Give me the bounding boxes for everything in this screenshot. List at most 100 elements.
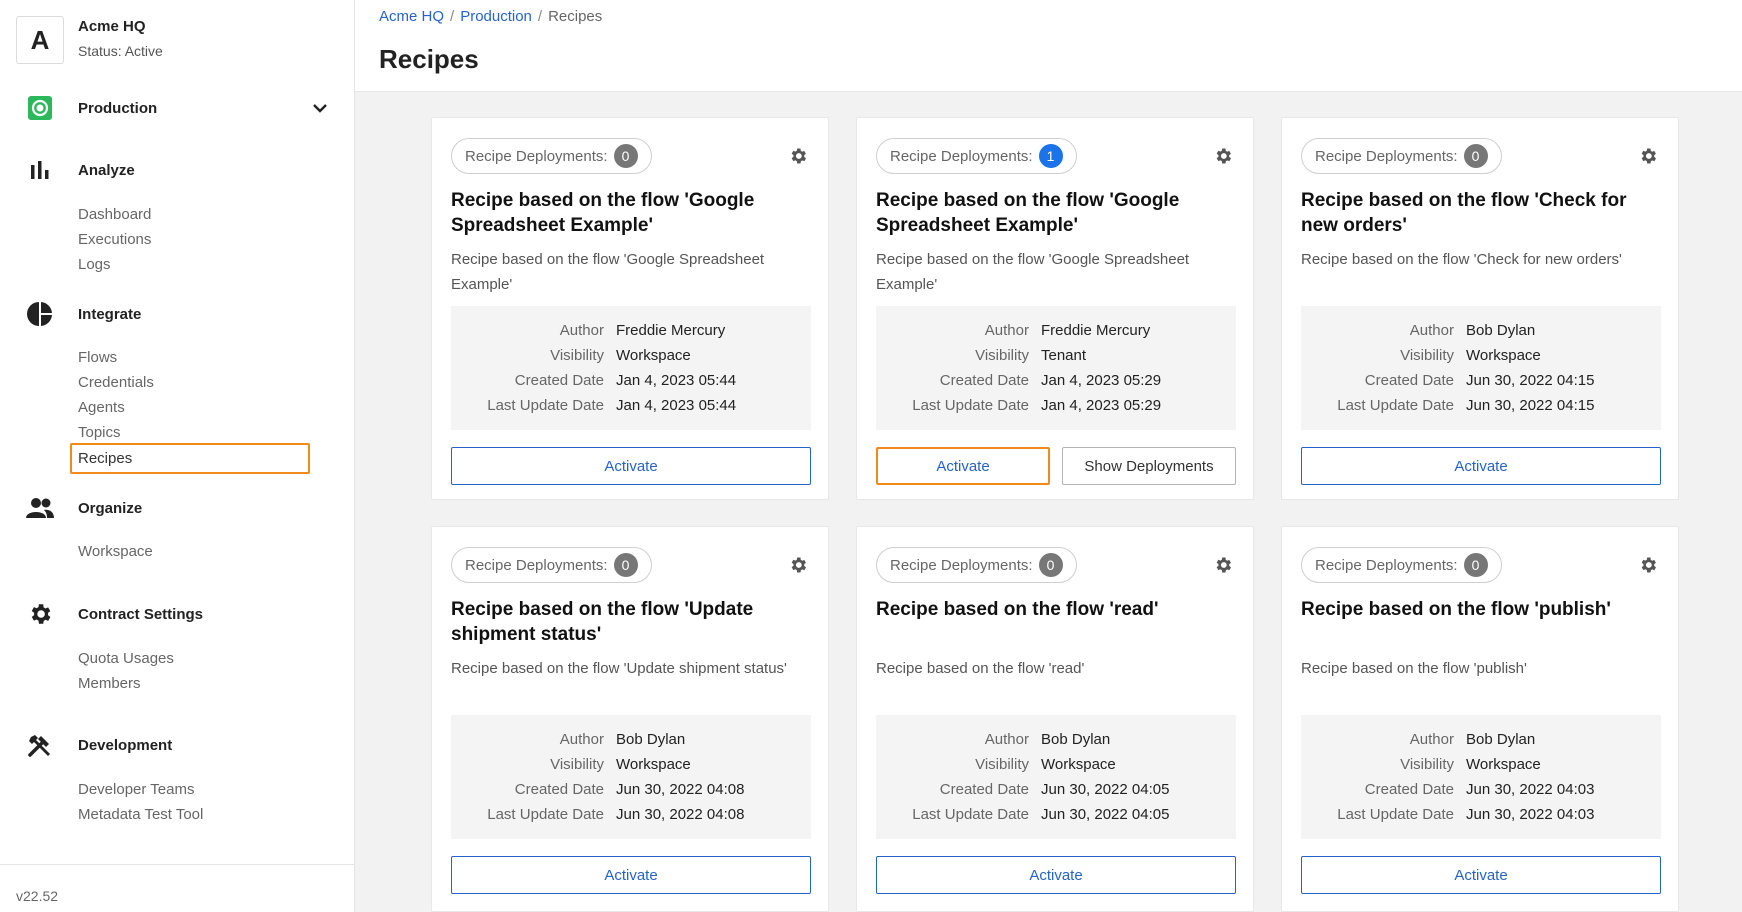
- meta-created-value: Jan 4, 2023 05:44: [616, 372, 737, 389]
- meta-author-value: Bob Dylan: [616, 731, 686, 748]
- deployments-pill[interactable]: Recipe Deployments: 0: [876, 547, 1077, 583]
- meta-updated-label: Last Update Date: [1337, 806, 1454, 823]
- version-label: v22.52: [16, 888, 59, 904]
- meta-updated-label: Last Update Date: [912, 806, 1029, 823]
- meta-author-value: Freddie Mercury: [616, 322, 726, 339]
- activate-button[interactable]: Activate: [876, 447, 1050, 485]
- sidebar-section-organize[interactable]: Organize: [26, 494, 330, 522]
- recipe-card: Recipe Deployments: 1 Recipe based on the …: [856, 117, 1254, 500]
- gear-icon: [26, 600, 54, 628]
- org-status: Status: Active: [78, 43, 163, 59]
- recipe-title: Recipe based on the flow 'publish': [1301, 599, 1611, 620]
- page-header: Acme HQ / Production / Recipes Recipes: [355, 0, 1742, 92]
- chevron-down-icon[interactable]: [310, 98, 330, 118]
- deployments-pill[interactable]: Recipe Deployments: 0: [451, 547, 652, 583]
- deployments-pill[interactable]: Recipe Deployments: 0: [451, 138, 652, 174]
- sidebar-item-flows[interactable]: Flows: [78, 349, 117, 366]
- meta-author-label: Author: [559, 731, 604, 748]
- gear-icon[interactable]: [788, 555, 808, 575]
- meta-visibility-label: Visibility: [975, 756, 1029, 773]
- recipe-title: Recipe based on the flow 'Update shipmen…: [451, 599, 754, 645]
- recipe-title: Recipe based on the flow 'Check for new …: [1301, 190, 1627, 236]
- deployments-pill[interactable]: Recipe Deployments: 0: [1301, 138, 1502, 174]
- meta-created-label: Created Date: [514, 781, 604, 798]
- deployments-pill[interactable]: Recipe Deployments: 1: [876, 138, 1077, 174]
- sidebar-section-label: Analyze: [78, 161, 135, 179]
- recipe-meta: Author Bob Dylan Visibility Workspace Create…: [451, 715, 811, 839]
- org-header[interactable]: A Acme HQ Status: Active: [16, 16, 163, 64]
- deployments-pill[interactable]: Recipe Deployments: 0: [1301, 547, 1502, 583]
- breadcrumb-org[interactable]: Acme HQ: [379, 8, 444, 25]
- meta-created-value: Jun 30, 2022 04:03: [1466, 781, 1595, 798]
- activate-button[interactable]: Activate: [876, 856, 1236, 894]
- recipe-meta: Author Bob Dylan Visibility Workspace Create…: [1301, 306, 1661, 430]
- sidebar-item-agents[interactable]: Agents: [78, 399, 125, 416]
- sidebar-item-quota-usages[interactable]: Quota Usages: [78, 650, 174, 667]
- sidebar-section-development[interactable]: Development: [26, 731, 330, 759]
- sidebar-section-production[interactable]: Production: [26, 94, 330, 122]
- sidebar-item-recipes[interactable]: Recipes: [70, 443, 310, 474]
- gear-icon[interactable]: [1638, 555, 1658, 575]
- sidebar-item-credentials[interactable]: Credentials: [78, 374, 154, 391]
- deployments-label: Recipe Deployments:: [465, 147, 608, 165]
- meta-visibility-label: Visibility: [1400, 347, 1454, 364]
- recipe-card: Recipe Deployments: 0 Recipe based on the …: [1281, 117, 1679, 500]
- meta-author-value: Bob Dylan: [1466, 731, 1536, 748]
- sidebar-section-analyze[interactable]: Analyze: [26, 156, 330, 184]
- recipe-description: Recipe based on the flow 'publish': [1301, 660, 1527, 677]
- org-avatar: A: [16, 16, 64, 64]
- gear-icon[interactable]: [1638, 146, 1658, 166]
- gear-icon[interactable]: [1213, 555, 1233, 575]
- tools-icon: [26, 731, 54, 759]
- meta-author-label: Author: [984, 731, 1029, 748]
- meta-visibility-label: Visibility: [975, 347, 1029, 364]
- gear-icon[interactable]: [788, 146, 808, 166]
- meta-created-label: Created Date: [1364, 372, 1454, 389]
- sidebar-item-metadata-test-tool[interactable]: Metadata Test Tool: [78, 806, 203, 823]
- deployments-count-badge: 0: [613, 144, 638, 168]
- sidebar-section-contract-settings[interactable]: Contract Settings: [26, 600, 330, 628]
- meta-author-label: Author: [559, 322, 604, 339]
- breadcrumb-production[interactable]: Production: [460, 8, 532, 25]
- meta-author-label: Author: [1409, 322, 1454, 339]
- sidebar-item-logs[interactable]: Logs: [78, 256, 111, 273]
- deployments-label: Recipe Deployments:: [890, 147, 1033, 165]
- meta-author-value: Bob Dylan: [1041, 731, 1111, 748]
- meta-updated-label: Last Update Date: [1337, 397, 1454, 414]
- meta-author-label: Author: [1409, 731, 1454, 748]
- show-deployments-button[interactable]: Show Deployments: [1062, 447, 1236, 485]
- people-icon: [26, 494, 54, 522]
- gear-icon[interactable]: [1213, 146, 1233, 166]
- sidebar-section-label: Development: [78, 736, 173, 754]
- sidebar-item-members[interactable]: Members: [78, 675, 141, 692]
- recipe-description: Recipe based on the flow 'read': [876, 660, 1085, 677]
- production-icon: [26, 94, 54, 122]
- sidebar-item-dashboard[interactable]: Dashboard: [78, 206, 151, 223]
- sidebar-item-developer-teams[interactable]: Developer Teams: [78, 781, 194, 798]
- meta-visibility-value: Tenant: [1041, 347, 1087, 364]
- activate-button[interactable]: Activate: [451, 447, 811, 485]
- deployments-count-badge: 0: [1038, 553, 1063, 577]
- meta-created-value: Jun 30, 2022 04:08: [616, 781, 745, 798]
- meta-created-label: Created Date: [1364, 781, 1454, 798]
- breadcrumb-separator: /: [537, 8, 543, 25]
- sidebar-item-executions[interactable]: Executions: [78, 231, 151, 248]
- sidebar-item-workspace[interactable]: Workspace: [78, 543, 153, 560]
- activate-button[interactable]: Activate: [451, 856, 811, 894]
- meta-visibility-label: Visibility: [550, 347, 604, 364]
- meta-author-value: Freddie Mercury: [1041, 322, 1151, 339]
- deployments-count-badge: 0: [1463, 553, 1488, 577]
- recipe-card: Recipe Deployments: 0 Recipe based on the …: [856, 526, 1254, 912]
- activate-button[interactable]: Activate: [1301, 856, 1661, 894]
- meta-updated-value: Jun 30, 2022 04:03: [1466, 806, 1595, 823]
- activate-button[interactable]: Activate: [1301, 447, 1661, 485]
- deployments-label: Recipe Deployments:: [1315, 556, 1458, 574]
- recipe-description: Recipe based on the flow 'Update shipmen…: [451, 660, 787, 677]
- recipe-title: Recipe based on the flow 'Google Spreads…: [451, 190, 755, 236]
- meta-created-label: Created Date: [514, 372, 604, 389]
- sidebar-item-topics[interactable]: Topics: [78, 424, 121, 441]
- meta-visibility-value: Workspace: [1041, 756, 1116, 773]
- org-name: Acme HQ: [78, 18, 146, 35]
- sidebar-divider: [0, 864, 354, 865]
- sidebar-section-integrate[interactable]: Integrate: [26, 300, 330, 328]
